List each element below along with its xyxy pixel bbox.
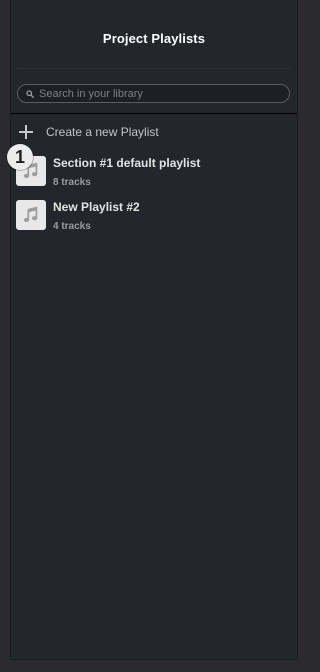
playlist-name: New Playlist #2 [53,200,140,214]
playlist-name: Section #1 default playlist [53,156,201,170]
plus-icon [19,125,33,139]
playlists-panel: Project Playlists Create a new Playlist … [7,0,298,660]
playlist-item[interactable]: Section #1 default playlist 8 tracks [16,156,286,192]
divider [17,68,291,69]
playlist-thumbnail [16,200,46,230]
panel-title: Project Playlists [102,31,206,46]
search-box[interactable] [17,84,290,103]
playlist-track-count: 4 tracks [53,221,91,232]
create-playlist-button[interactable]: Create a new Playlist [19,122,159,142]
divider [11,113,297,114]
search-icon [26,89,34,98]
search-input[interactable] [34,85,289,102]
playlist-item[interactable]: New Playlist #2 4 tracks [16,200,286,236]
playlist-track-count: 8 tracks [53,177,91,188]
create-playlist-label: Create a new Playlist [46,125,159,139]
music-note-icon [23,206,38,223]
step-badge: 1 [7,144,33,170]
